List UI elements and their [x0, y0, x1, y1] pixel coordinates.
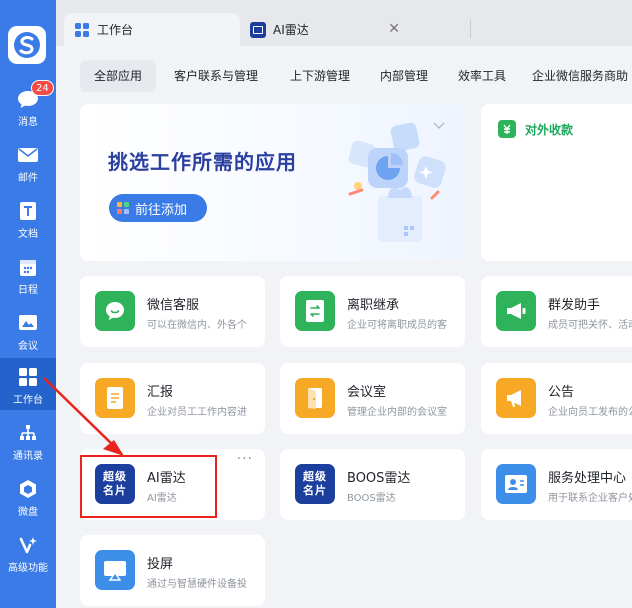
app-logo[interactable]	[8, 26, 46, 64]
sidebar-item-label: 会议	[18, 341, 38, 352]
category-tab-internal[interactable]: 内部管理	[372, 60, 436, 92]
chat-bubble-icon	[95, 291, 135, 331]
drive-icon	[17, 478, 39, 500]
app-card-broadcast[interactable]: 群发助手 成员可把关怀、活动消息群发给客户	[481, 276, 632, 347]
colorful-grid-icon	[117, 202, 129, 214]
tab-title: 工作台	[97, 23, 134, 37]
app-card-report[interactable]: 汇报 企业对员工工作内容进行汇报	[80, 363, 265, 434]
sidebar-item-advanced[interactable]: 高级功能	[0, 526, 56, 578]
contacts-icon	[17, 422, 39, 444]
report-icon	[95, 378, 135, 418]
badge-line: 名片	[303, 484, 327, 497]
app-desc: 用于联系企业客户处理服务	[548, 493, 632, 504]
category-tab-all[interactable]: 全部应用	[80, 60, 156, 92]
advanced-icon	[17, 534, 39, 556]
category-tab-efficiency[interactable]: 效率工具	[450, 60, 514, 92]
app-name: 投屏	[147, 557, 174, 572]
app-name: 群发助手	[548, 298, 601, 313]
logo-icon	[14, 32, 40, 58]
calendar-icon	[17, 256, 39, 278]
category-tab-supply-chain[interactable]: 上下游管理	[280, 60, 360, 92]
add-apps-button[interactable]: 前往添加	[109, 194, 207, 222]
announcement-icon	[496, 378, 536, 418]
category-tab-customer[interactable]: 客户联系与管理	[168, 60, 264, 92]
banner-illustration	[348, 122, 446, 242]
more-options-icon[interactable]: ···	[237, 451, 253, 467]
app-desc: 管理企业内部的会议室资源	[347, 407, 447, 418]
tab-title: AI雷达	[273, 23, 309, 37]
payment-icon	[498, 120, 516, 138]
tab-workbench[interactable]: 工作台	[64, 13, 240, 46]
megaphone-icon	[496, 291, 536, 331]
sidebar-item-label: 日程	[18, 285, 38, 296]
unread-badge: 24	[31, 80, 54, 96]
app-name: 汇报	[147, 385, 174, 400]
app-desc: 企业可将离职成员的客户分配给在职成员	[347, 320, 447, 331]
highlight-annotation-box	[80, 455, 217, 518]
sidebar-item-drive[interactable]: 微盘	[0, 470, 56, 522]
grid-icon	[75, 22, 89, 37]
category-tabs: 全部应用 客户联系与管理 上下游管理 内部管理 效率工具 企业微信服务商助	[80, 60, 632, 92]
sidebar-item-mail[interactable]: 邮件	[0, 136, 56, 188]
app-name: 离职继承	[347, 298, 400, 313]
payment-title: 对外收款	[525, 123, 574, 137]
app-card-announcement[interactable]: 公告 企业向员工发布的公告通知	[481, 363, 632, 434]
banner-title: 挑选工作所需的应用	[108, 150, 297, 174]
sidebar-item-label: 通讯录	[13, 451, 43, 462]
app-store-banner: 挑选工作所需的应用 前往添加	[80, 104, 465, 261]
app-desc: 成员可把关怀、活动消息群发给客户	[548, 320, 632, 331]
app-card-screencast[interactable]: 投屏 通过与智慧硬件设备投屏	[80, 535, 265, 606]
sidebar-item-label: 高级功能	[8, 563, 48, 574]
radar-badge-icon: 超级 名片	[295, 464, 335, 504]
app-desc: 企业向员工发布的公告通知	[548, 407, 632, 418]
service-icon	[496, 464, 536, 504]
add-apps-label: 前往添加	[135, 202, 188, 218]
sidebar-item-calendar[interactable]: 日程	[0, 248, 56, 300]
chat-icon: 24	[17, 80, 54, 110]
app-name: 会议室	[347, 385, 387, 400]
sidebar-item-messages[interactable]: 24 消息	[0, 80, 56, 132]
app-card-meeting-room[interactable]: 会议室 管理企业内部的会议室资源	[280, 363, 465, 434]
screencast-icon	[95, 550, 135, 590]
close-icon[interactable]: ✕	[388, 21, 400, 37]
sidebar-item-contacts[interactable]: 通讯录	[0, 414, 56, 466]
badge-line: 超级	[303, 470, 327, 483]
app-desc: 可以在微信内、外各个场景接入微信客服	[147, 320, 247, 331]
transfer-icon	[295, 291, 335, 331]
sidebar-item-label: 邮件	[18, 173, 38, 184]
category-tab-provider[interactable]: 企业微信服务商助	[532, 60, 632, 92]
external-payment-card[interactable]: 对外收款	[481, 104, 632, 261]
app-desc: BOOS雷达	[347, 493, 396, 504]
mail-icon	[17, 144, 39, 166]
sidebar-item-label: 文档	[18, 229, 38, 240]
sidebar-item-workbench[interactable]: 工作台	[0, 358, 56, 410]
sidebar-item-meeting[interactable]: 会议	[0, 304, 56, 356]
app-desc: 通过与智慧硬件设备投屏	[147, 579, 247, 590]
radar-app-icon	[250, 21, 266, 38]
workbench-icon	[17, 366, 39, 388]
sidebar: 24 消息 邮件 文档 日程 会议 工作台 通讯录 微盘 高级功能	[0, 0, 56, 608]
sidebar-item-docs[interactable]: 文档	[0, 192, 56, 244]
tab-divider	[470, 20, 471, 38]
app-name: 服务处理中心	[548, 471, 627, 486]
sidebar-item-label: 微盘	[18, 507, 38, 518]
app-card-wechat-service[interactable]: 微信客服 可以在微信内、外各个场景接入微信客服	[80, 276, 265, 347]
meeting-icon	[17, 312, 39, 334]
app-desc: 企业对员工工作内容进行汇报	[147, 407, 247, 418]
app-name: 微信客服	[147, 298, 200, 313]
app-name: 公告	[548, 385, 575, 400]
app-card-boos-radar[interactable]: 超级 名片 BOOS雷达 BOOS雷达	[280, 449, 465, 520]
app-card-service-center[interactable]: 服务处理中心 用于联系企业客户处理服务	[481, 449, 632, 520]
document-icon	[17, 200, 39, 222]
tab-ai-radar[interactable]: AI雷达 ✕	[240, 13, 414, 46]
app-name: BOOS雷达	[347, 471, 411, 486]
app-card-resignation-inherit[interactable]: 离职继承 企业可将离职成员的客户分配给在职成员	[280, 276, 465, 347]
door-icon	[295, 378, 335, 418]
sidebar-item-label: 消息	[18, 117, 38, 128]
window-tab-bar: 工作台 AI雷达 ✕	[56, 0, 632, 46]
sidebar-item-label: 工作台	[13, 395, 43, 406]
